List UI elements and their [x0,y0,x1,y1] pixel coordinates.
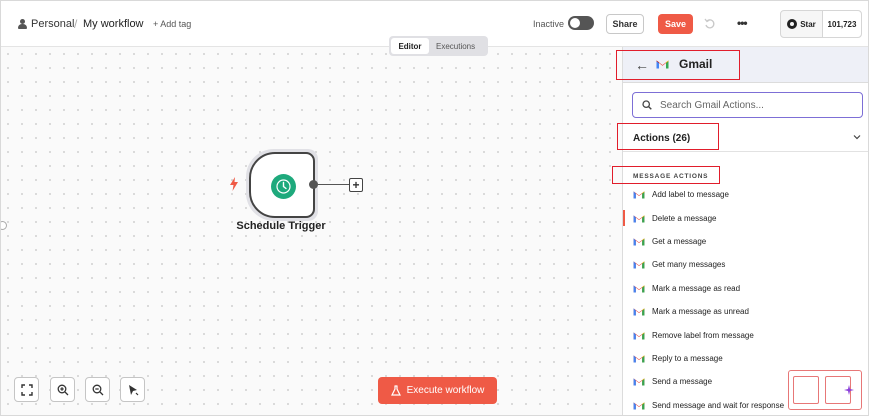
share-button[interactable]: Share [606,14,644,34]
zoom-in-button[interactable] [50,377,75,402]
action-item-label: Send message and wait for response [652,400,785,410]
gmail-icon [633,402,645,410]
action-item[interactable]: Reply to a message [623,347,868,370]
execute-workflow-label: Execute workflow [406,385,485,396]
breadcrumb-separator: / [74,17,78,31]
action-item-label: Delete a message [652,213,717,223]
github-star-button[interactable]: Star [781,11,823,37]
action-item[interactable]: Mark a message as read [623,277,868,300]
connector-line [318,184,349,185]
tidy-up-button[interactable] [120,377,145,402]
action-item[interactable]: Get a message [623,230,868,253]
add-tag-button[interactable]: + Add tag [153,19,191,29]
annotation-box-title [616,50,740,80]
gmail-icon [633,378,645,386]
workflow-title[interactable]: My workflow [83,18,144,30]
execute-workflow-button[interactable]: Execute workflow [378,377,497,404]
active-toggle[interactable] [568,16,594,30]
gmail-icon [633,355,645,363]
app-window: Personal / My workflow + Add tag Inactiv… [0,0,869,416]
fit-view-button[interactable] [14,377,39,402]
annotation-box-actions [617,123,719,150]
zoom-out-icon [92,384,103,395]
breadcrumb-owner-label: Personal [31,18,75,30]
annotation-box-section [612,166,720,184]
search-input[interactable] [660,99,840,111]
history-icon[interactable] [704,18,716,30]
github-icon [787,19,798,29]
search-field[interactable] [632,92,863,118]
gmail-icon [633,238,645,246]
action-item[interactable]: Mark a message as unread [623,300,868,323]
schedule-trigger-node[interactable] [246,149,318,221]
action-item-label: Add label to message [652,190,729,200]
user-icon [18,19,27,29]
more-options-icon[interactable]: ••• [737,16,748,30]
github-star-count: 101,723 [823,11,861,37]
action-item-label: Get many messages [652,260,726,270]
node-label: Schedule Trigger [236,220,326,232]
tidy-icon [128,384,138,395]
node-creator-panel: ← Gmail Actions (26) MESSAGE ACTION [622,47,868,415]
save-button[interactable]: Save [658,14,693,34]
sparkle-icon [844,385,854,395]
action-item-label: Mark a message as unread [652,307,749,317]
clock-icon [271,174,296,199]
gmail-icon [633,308,645,316]
flask-icon [390,385,401,396]
active-status-label: Inactive [533,19,565,29]
gmail-icon [633,214,645,223]
gmail-icon [633,285,645,293]
tab-executions[interactable]: Executions [431,38,480,54]
action-item[interactable]: Remove label from message [623,323,868,346]
gmail-icon [633,331,645,340]
github-star-widget[interactable]: Star 101,723 [780,10,862,38]
gmail-icon [633,191,645,199]
node-body[interactable] [249,152,315,218]
trigger-bolt-icon [230,177,238,191]
action-item-label: Remove label from message [652,330,754,340]
action-item[interactable]: Get many messages [623,253,868,276]
action-item[interactable]: Delete a message [623,206,868,229]
zoom-in-icon [57,384,68,395]
github-star-label: Star [800,19,816,29]
chevron-down-icon[interactable] [853,133,861,141]
action-item-label: Get a message [652,236,707,246]
output-connector[interactable] [309,180,318,189]
action-item-label: Send a message [652,377,713,387]
breadcrumb-owner[interactable]: Personal [18,18,74,30]
gmail-icon [633,261,645,269]
add-node-icon[interactable]: + [349,178,363,192]
search-icon [642,100,652,110]
action-item-label: Reply to a message [652,353,723,363]
view-tabs: Editor Executions [389,36,488,56]
tab-editor[interactable]: Editor [391,38,429,54]
zoom-out-button[interactable] [85,377,110,402]
action-item-label: Mark a message as read [652,283,741,293]
action-item[interactable]: Add label to message [623,183,868,206]
fit-view-icon [20,383,33,396]
